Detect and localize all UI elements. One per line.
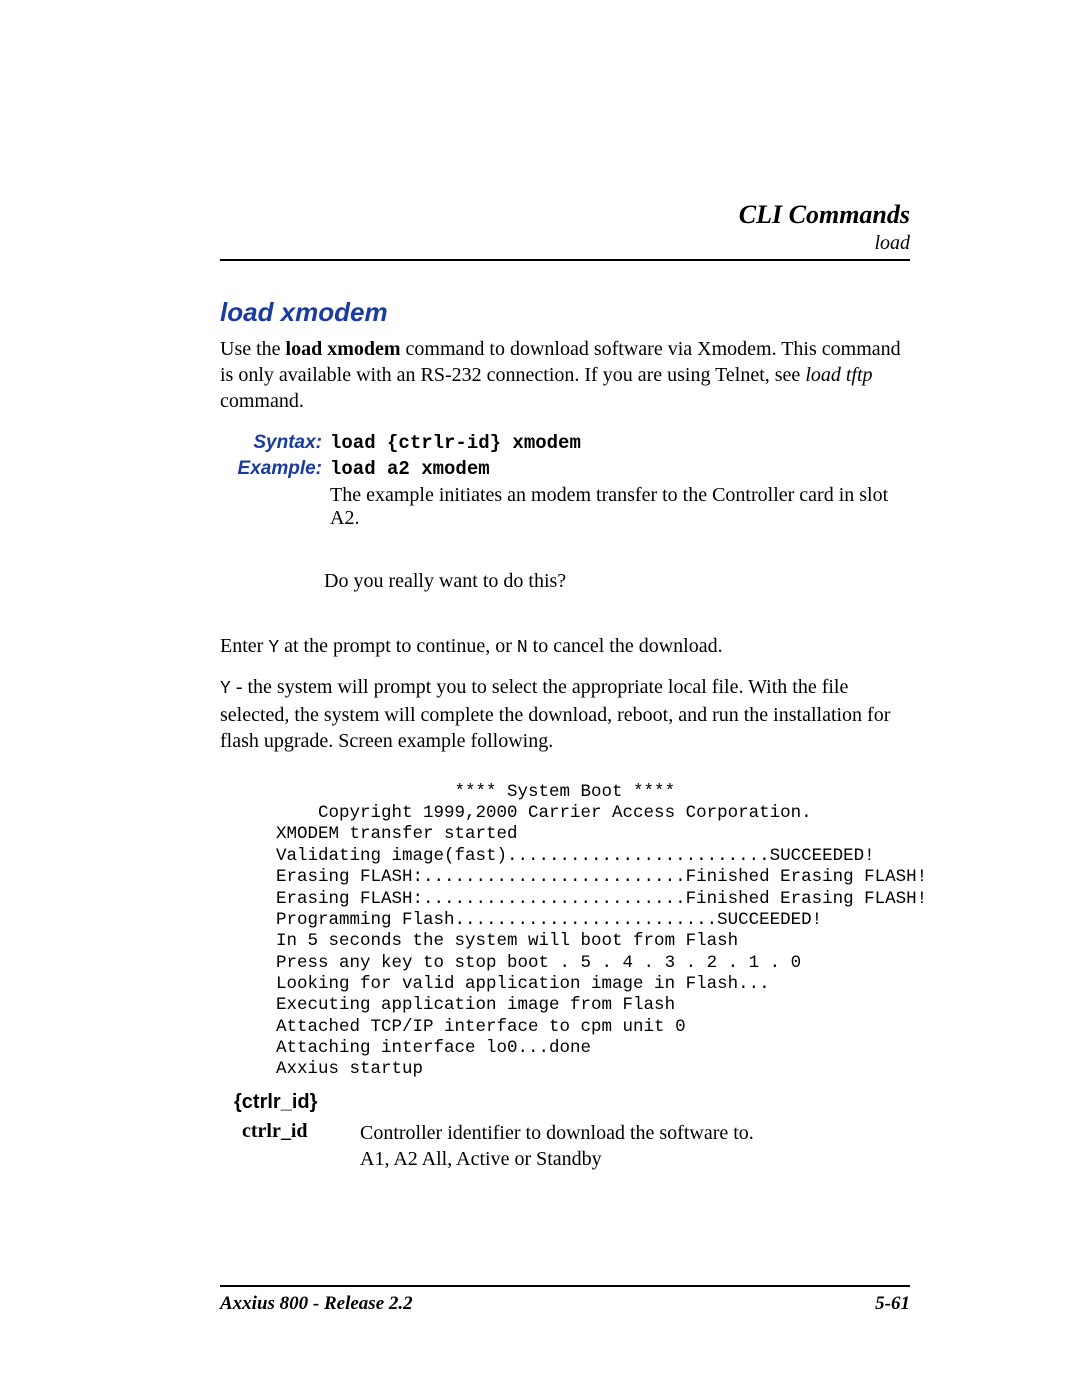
enter-text-3: to cancel the download. xyxy=(528,635,723,657)
enter-paragraph: Enter Y at the prompt to continue, or N … xyxy=(220,633,910,660)
intro-text-1: Use the xyxy=(220,338,286,360)
page-header: CLI Commands load xyxy=(220,200,910,261)
y-text: - the system will prompt you to select t… xyxy=(220,676,890,751)
param-row: ctrlr_id Controller identifier to downlo… xyxy=(242,1120,910,1172)
enter-mono-y: Y xyxy=(268,638,279,658)
syntax-row: Syntax: load {ctrlr-id} xmodem xyxy=(234,432,910,454)
intro-italic-ref: load tftp xyxy=(805,364,872,386)
example-row: Example: load a2 xmodem xyxy=(234,458,910,480)
footer-right: 5-61 xyxy=(875,1293,910,1315)
enter-text-1: Enter xyxy=(220,635,268,657)
y-paragraph: Y - the system will prompt you to select… xyxy=(220,674,910,753)
prompt-text: Do you really want to do this? xyxy=(324,570,910,593)
example-description: The example initiates an modem transfer … xyxy=(330,484,910,530)
intro-paragraph: Use the load xmodem command to download … xyxy=(220,336,910,414)
param-desc-line1: Controller identifier to download the so… xyxy=(360,1122,754,1144)
param-heading: {ctrlr_id} xyxy=(234,1091,910,1114)
enter-text-2: at the prompt to continue, or xyxy=(279,635,517,657)
param-desc-line2: A1, A2 All, Active or Standby xyxy=(360,1148,602,1170)
enter-mono-n: N xyxy=(517,638,528,658)
system-boot-output: **** System Boot **** Copyright 1999,200… xyxy=(276,782,910,1081)
syntax-label: Syntax: xyxy=(234,432,330,454)
y-mono: Y xyxy=(220,679,231,699)
param-name: ctrlr_id xyxy=(242,1120,360,1172)
header-title: CLI Commands xyxy=(220,200,910,230)
header-subtitle: load xyxy=(220,232,910,255)
example-label: Example: xyxy=(234,458,330,480)
intro-bold-cmd: load xmodem xyxy=(286,338,401,360)
syntax-value: load {ctrlr-id} xmodem xyxy=(330,432,581,454)
page-footer: Axxius 800 - Release 2.2 5-61 xyxy=(220,1285,910,1315)
footer-left: Axxius 800 - Release 2.2 xyxy=(220,1293,413,1315)
example-value: load a2 xmodem xyxy=(330,458,490,480)
param-desc: Controller identifier to download the so… xyxy=(360,1120,754,1172)
section-title: load xmodem xyxy=(220,297,910,328)
intro-text-3: command. xyxy=(220,390,304,412)
